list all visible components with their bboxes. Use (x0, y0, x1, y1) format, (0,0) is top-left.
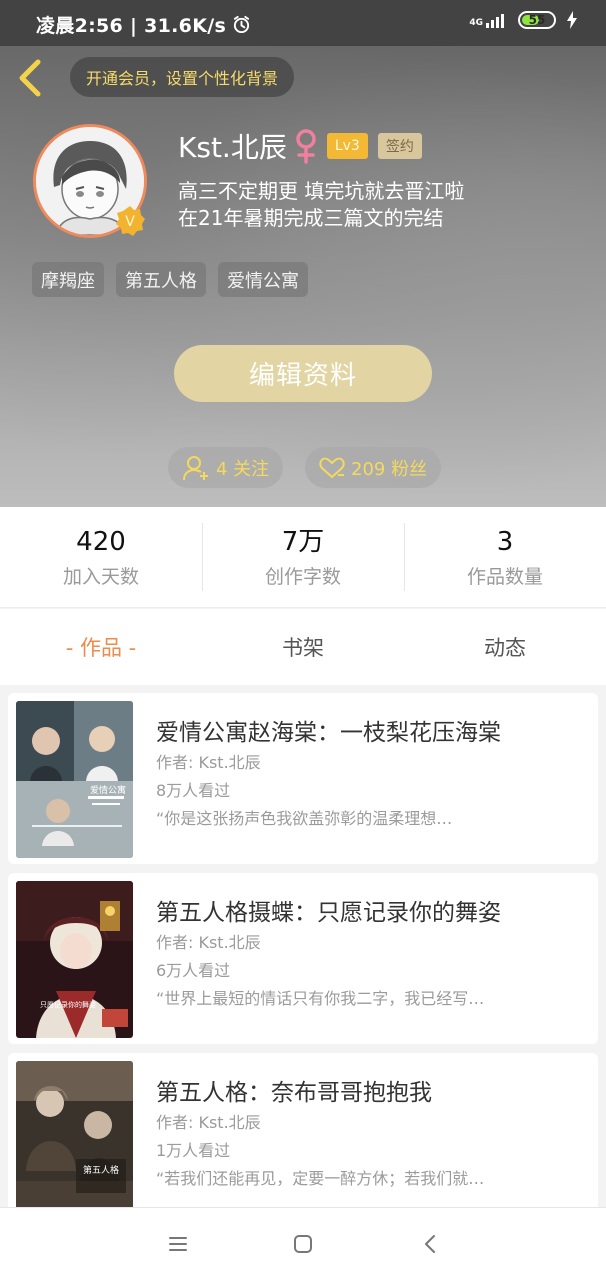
work-title[interactable]: 第五人格摄蝶：只愿记录你的舞姿 (156, 893, 501, 927)
battery-text: 55 (528, 13, 546, 27)
status-bar: 凌晨2:56 | 31.6K/s 4G 55 (0, 0, 606, 46)
work-views: 8万人看过 (156, 781, 231, 800)
stat-work-count: 3 作品数量 (404, 507, 606, 607)
tag-item[interactable]: 爱情公寓 (218, 262, 308, 297)
signal-icon (486, 14, 504, 28)
stat-value: 420 (76, 526, 126, 557)
stat-label: 作品数量 (466, 565, 543, 588)
tag-item[interactable]: 摩羯座 (32, 262, 104, 297)
work-author: 作者: Kst.北辰 (156, 933, 261, 952)
tag-list: 摩羯座 第五人格 爱情公寓 (32, 262, 308, 297)
works-list: 爱情公寓 爱情公寓赵海棠：一枝梨花压海棠 作者: Kst.北辰 8万人看过 “你… (8, 693, 598, 1218)
following-button[interactable]: 4 关注 (168, 447, 284, 488)
signal-indicator: 4G (469, 12, 508, 28)
back-icon[interactable] (14, 58, 48, 98)
home-square-icon[interactable] (290, 1231, 316, 1257)
level-badge: Lv3 (326, 133, 368, 159)
work-title[interactable]: 爱情公寓赵海棠：一枝梨花压海棠 (156, 713, 501, 747)
verified-badge-text: V (125, 214, 135, 230)
stat-value: 7万 (281, 526, 325, 557)
bio: 高三不定期更 填完坑就去晋江啦 在21年暑期完成三篇文的完结 (178, 178, 464, 232)
heart-icon (319, 457, 345, 478)
signed-badge: 签约 (377, 133, 422, 159)
fans-count: 209 粉丝 (351, 458, 428, 480)
user-plus-icon (183, 455, 208, 480)
work-cover-image: 只愿记录你的舞姿 (16, 881, 133, 1038)
work-views: 6万人看过 (156, 961, 231, 980)
back-chevron-icon[interactable] (418, 1231, 444, 1257)
battery-icon: 55 (518, 11, 556, 29)
stat-join-days: 420 加入天数 (0, 507, 202, 607)
stat-value: 3 (496, 526, 514, 557)
work-views: 1万人看过 (156, 1141, 231, 1160)
username: Kst.北辰 (178, 131, 287, 164)
following-count: 4 关注 (216, 458, 270, 480)
work-cover-text: 第五人格 (83, 1164, 119, 1176)
tab-activity[interactable]: 动态 (404, 609, 606, 685)
work-title[interactable]: 第五人格：奈布哥哥抱抱我 (156, 1073, 432, 1107)
profile-header: 凌晨2:56 | 31.6K/s 4G 55 开通会员，设置个性化背景 V Ks… (0, 0, 606, 507)
tab-works[interactable]: - 作品 - (0, 609, 202, 685)
work-description: “你是这张扬声色我欲盖弥彰的温柔理想… (156, 809, 453, 828)
work-author: 作者: Kst.北辰 (156, 1113, 261, 1132)
work-description: “若我们还能再见，定要一醉方休；若我们就… (156, 1169, 485, 1188)
work-description: “世界上最短的情话只有你我二字，我已经写… (156, 989, 485, 1008)
edit-profile-button[interactable]: 编辑资料 (174, 345, 432, 402)
fans-button[interactable]: 209 粉丝 (305, 447, 442, 488)
stat-label: 加入天数 (62, 565, 139, 588)
stat-word-count: 7万 创作字数 (202, 507, 404, 607)
work-cover-text: 爱情公寓 (90, 784, 126, 796)
status-time-speed: 凌晨2:56 | 31.6K/s (36, 11, 251, 38)
status-indicators: 4G 55 (469, 11, 578, 29)
system-nav-bar (0, 1207, 606, 1280)
status-time-text: 凌晨2:56 | 31.6K/s (36, 15, 227, 37)
network-type: 4G (469, 18, 483, 28)
work-card[interactable]: 第五人格 第五人格：奈布哥哥抱抱我 作者: Kst.北辰 1万人看过 “若我们还… (8, 1053, 598, 1218)
bio-line-2: 在21年暑期完成三篇文的完结 (178, 206, 444, 230)
work-cover-text: 只愿记录你的舞姿 (40, 1000, 96, 1009)
name-row: Kst.北辰 Lv3 签约 (178, 126, 422, 166)
work-cover-image: 爱情公寓 (16, 701, 133, 858)
stat-label: 创作字数 (264, 565, 341, 588)
vip-background-button[interactable]: 开通会员，设置个性化背景 (70, 57, 295, 97)
work-author: 作者: Kst.北辰 (156, 753, 261, 772)
tag-item[interactable]: 第五人格 (116, 262, 206, 297)
work-cover-image: 第五人格 (16, 1061, 133, 1218)
content-tabs: - 作品 - 书架 动态 (0, 609, 606, 685)
menu-icon[interactable] (165, 1231, 191, 1257)
work-card[interactable]: 只愿记录你的舞姿 第五人格摄蝶：只愿记录你的舞姿 作者: Kst.北辰 6万人看… (8, 873, 598, 1044)
bio-line-1: 高三不定期更 填完坑就去晋江啦 (178, 179, 465, 203)
tab-bookshelf[interactable]: 书架 (202, 609, 404, 685)
charging-icon (567, 11, 577, 29)
work-card[interactable]: 爱情公寓 爱情公寓赵海棠：一枝梨花压海棠 作者: Kst.北辰 8万人看过 “你… (8, 693, 598, 864)
verified-badge-icon: V (116, 206, 145, 236)
alarm-icon (233, 15, 250, 34)
female-icon (296, 129, 316, 164)
stats-row: 420 加入天数 7万 创作字数 3 作品数量 (0, 507, 606, 608)
